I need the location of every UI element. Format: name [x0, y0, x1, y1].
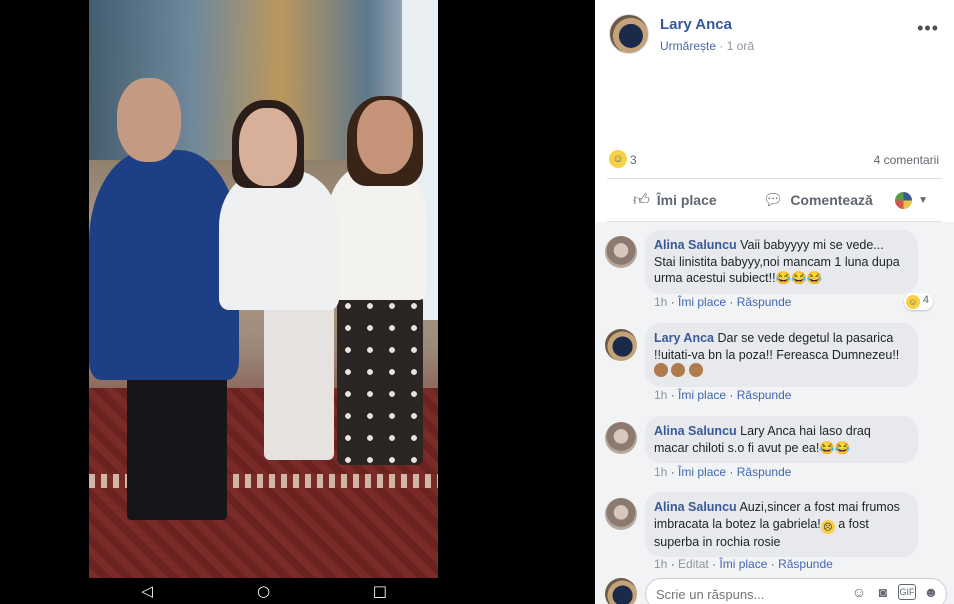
media-viewer: ◁ ○ □	[0, 0, 595, 604]
unamused-face-icon: ☹	[820, 519, 835, 534]
bride-figure	[219, 170, 339, 310]
avatar[interactable]	[605, 498, 637, 530]
comment-button[interactable]: 💬︎ Comentează	[763, 179, 873, 221]
see-no-evil-monkey-icon	[671, 363, 686, 377]
reaction-picker-button[interactable]: ▼	[895, 179, 928, 221]
avatar[interactable]	[605, 236, 637, 268]
post-time[interactable]: 1 oră	[727, 39, 754, 53]
comment-like-link[interactable]: Îmi place	[678, 465, 726, 479]
groom-head	[117, 78, 181, 162]
avatar	[605, 578, 637, 604]
back-icon[interactable]: ◁	[127, 582, 167, 600]
comment-reply-link[interactable]: Răspunde	[778, 557, 833, 571]
comment-bubble: Lary Anca Dar se vede degetul la pasaric…	[645, 323, 918, 387]
like-button[interactable]: 👍︎ Îmi place	[633, 179, 717, 221]
caret-down-icon: ▼	[918, 194, 928, 206]
comment-bubble: Alina Saluncu Lary Anca hai laso draq ma…	[645, 416, 918, 463]
comment-reactions[interactable]: ☺ 4	[903, 293, 933, 310]
see-no-evil-monkey-icon	[654, 363, 668, 377]
comments-list: Alina Saluncu Vaii babyyyy mi se vede...…	[595, 222, 954, 572]
avatar[interactable]	[609, 14, 649, 54]
sticker-icon[interactable]: ☻	[922, 584, 940, 600]
avatar[interactable]	[605, 422, 637, 454]
emoji-icon[interactable]: ☺	[850, 584, 868, 600]
haha-icon: ☺	[905, 295, 920, 309]
gif-icon[interactable]: GIF	[898, 584, 916, 600]
comment-meta: 1h · Îmi place · Răspunde	[654, 295, 792, 309]
post-actions: 👍︎ Îmi place 💬︎ Comentează ▼	[607, 178, 942, 222]
home-icon[interactable]: ○	[243, 582, 283, 600]
avatar[interactable]	[605, 329, 637, 361]
commenter-name[interactable]: Alina Saluncu	[654, 238, 737, 252]
comment-time[interactable]: 1h	[654, 388, 667, 402]
author-name[interactable]: Lary Anca	[660, 16, 732, 33]
comment-bubble: Alina Saluncu Auzi,sincer a fost mai fru…	[645, 492, 918, 557]
more-options-icon[interactable]: •••	[917, 18, 939, 39]
camera-icon[interactable]: ◙	[874, 584, 892, 600]
comment-reply-link[interactable]: Răspunde	[737, 295, 792, 309]
woman-head	[357, 100, 413, 174]
commenter-name[interactable]: Lary Anca	[654, 331, 714, 345]
profile-globe-icon	[895, 191, 913, 209]
meta-separator: ·	[719, 39, 724, 53]
comment-label: Comentează	[790, 192, 873, 208]
laughing-emoji: 😂😂	[819, 440, 851, 455]
edited-label[interactable]: Editat	[678, 557, 709, 571]
comment-like-link[interactable]: Îmi place	[678, 295, 726, 309]
comment-reply-link[interactable]: Răspunde	[737, 465, 792, 479]
comment-like-link[interactable]: Îmi place	[719, 557, 767, 571]
comment-meta: 1h · Îmi place · Răspunde	[654, 465, 792, 479]
reaction-count[interactable]: 3	[630, 153, 637, 167]
comment-reply-link[interactable]: Răspunde	[737, 388, 792, 402]
comment-count[interactable]: 4 comentarii	[874, 153, 939, 167]
comment-time[interactable]: 1h	[654, 465, 667, 479]
android-nav-bar: ◁ ○ □	[89, 578, 438, 604]
reply-bar: ☺ ◙ GIF ☻	[595, 572, 954, 604]
laughing-emoji: 😂😂😂	[775, 271, 823, 285]
haha-icon[interactable]: ☺	[609, 150, 627, 168]
comment-bubble-icon: 💬︎	[763, 192, 784, 209]
post-meta: Urmărește · 1 oră	[660, 39, 754, 53]
post-panel: Lary Anca Urmărește · 1 oră ••• ☺ 3 4 co…	[595, 0, 954, 604]
groom-figure	[89, 150, 239, 380]
comment-meta: 1h · Îmi place · Răspunde	[654, 388, 792, 402]
video-frame[interactable]	[89, 0, 438, 578]
comment-time[interactable]: 1h	[654, 557, 667, 571]
recents-icon[interactable]: □	[360, 582, 400, 600]
bride-head	[239, 108, 297, 186]
comment-meta: 1h · Editat · Îmi place · Răspunde	[654, 557, 833, 571]
see-no-evil-monkey-icon	[688, 363, 703, 377]
commenter-name[interactable]: Alina Saluncu	[654, 500, 737, 514]
reactions-summary: ☺ 3 4 comentarii	[609, 150, 939, 172]
post-header: Lary Anca Urmărește · 1 oră •••	[609, 14, 939, 58]
comment-bubble: Alina Saluncu Vaii babyyyy mi se vede...…	[645, 230, 918, 294]
comment-reaction-count: 4	[922, 294, 929, 306]
reply-tools: ☺ ◙ GIF ☻	[850, 584, 940, 600]
commenter-name[interactable]: Alina Saluncu	[654, 424, 737, 438]
follow-link[interactable]: Urmărește	[660, 39, 716, 53]
comment-time[interactable]: 1h	[654, 295, 667, 309]
comment-like-link[interactable]: Îmi place	[678, 388, 726, 402]
woman-figure-skirt	[337, 295, 423, 465]
like-label: Îmi place	[656, 192, 717, 208]
groom-figure-legs	[127, 360, 227, 520]
bride-figure-legs	[264, 300, 334, 460]
thumbs-up-icon: 👍︎	[633, 191, 650, 209]
